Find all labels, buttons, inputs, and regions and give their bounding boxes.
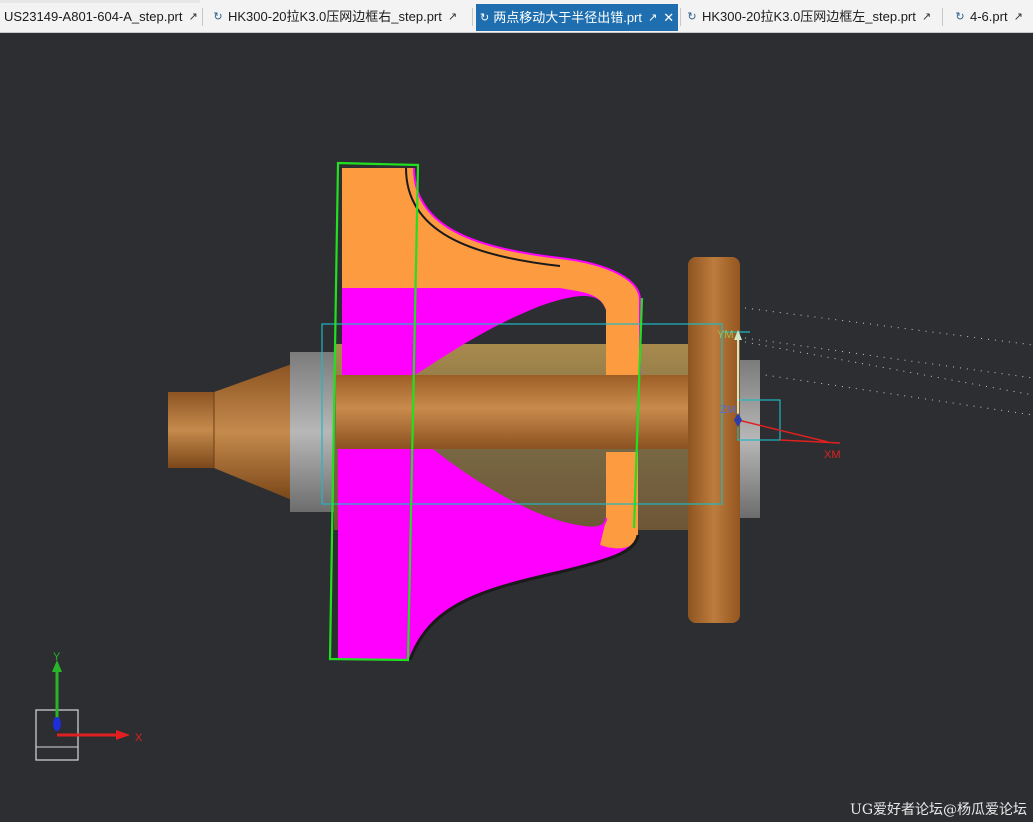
tab-label: 两点移动大于半径出错.prt [493, 9, 643, 25]
file-ref-icon: ↻ [480, 11, 490, 24]
nose-cone[interactable] [168, 364, 292, 500]
graphics-viewport[interactable]: YM ZM XM Y X [0, 33, 1033, 822]
gray-hub[interactable] [290, 352, 334, 512]
activate-icon[interactable]: ↗ [922, 4, 931, 30]
activate-icon[interactable]: ↗ [1014, 4, 1023, 30]
tab-doc-3-active[interactable]: ↻ 两点移动大于半径出错.prt ↗ ✕ [476, 4, 678, 31]
file-ref-icon: ↻ [687, 11, 697, 23]
tab-separator [202, 8, 203, 26]
file-ref-icon: ↻ [213, 11, 223, 23]
tab-label: HK300-20拉K3.0压网边框右_step.prt [228, 9, 442, 24]
tab-separator [472, 8, 473, 26]
document-tab-bar: US23149-A801-604-A_step.prt ↗ ↻ HK300-20… [0, 0, 1033, 33]
right-flange[interactable] [688, 257, 740, 623]
activate-icon[interactable]: ↗ [448, 4, 457, 30]
activate-icon[interactable]: ↗ [189, 4, 198, 30]
tab-separator [680, 8, 681, 26]
tab-separator [942, 8, 943, 26]
triad-x-label: X [135, 732, 143, 744]
tab-doc-1[interactable]: US23149-A801-604-A_step.prt ↗ [0, 4, 200, 30]
watermark-text: UG爱好者论坛@杨瓜爱论坛 [850, 802, 1027, 818]
tab-doc-4[interactable]: ↻ HK300-20拉K3.0压网边框左_step.prt ↗ [682, 4, 938, 30]
tab-doc-2[interactable]: ↻ HK300-20拉K3.0压网边框右_step.prt ↗ [208, 4, 470, 30]
xm-label: XM [824, 449, 841, 461]
tab-doc-5[interactable]: ↻ 4-6.prt ↗ [950, 4, 1030, 30]
dotted-lines [744, 307, 1033, 416]
close-icon[interactable]: ✕ [663, 5, 674, 31]
view-triad[interactable]: Y X [35, 651, 143, 761]
tab-top-line [0, 0, 200, 3]
tab-label: 4-6.prt [970, 9, 1008, 24]
tab-label: US23149-A801-604-A_step.prt [4, 9, 183, 24]
zm-label: ZM [720, 404, 736, 416]
ym-label: YM [717, 329, 734, 341]
activate-icon[interactable]: ↗ [648, 5, 657, 31]
file-ref-icon: ↻ [955, 11, 965, 23]
main-shaft[interactable] [336, 375, 696, 449]
triad-y-label: Y [53, 651, 61, 663]
tab-label: HK300-20拉K3.0压网边框左_step.prt [702, 9, 916, 24]
